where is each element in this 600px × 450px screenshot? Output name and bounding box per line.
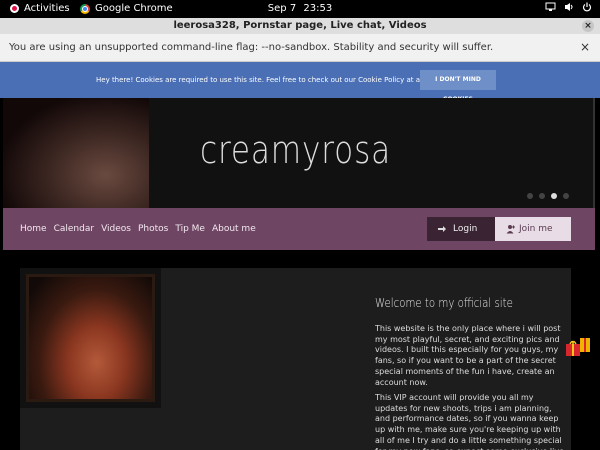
accept-cookies-button[interactable]: I DON'T MIND COOKIES <box>420 70 496 103</box>
system-top-bar: Activities Google Chrome Sep 7 23:53 <box>0 0 600 18</box>
slider-dot[interactable] <box>539 193 545 199</box>
site-logo-title[interactable]: creamyrosa <box>200 128 391 172</box>
user-plus-icon <box>506 225 515 234</box>
hero-photo <box>3 98 149 208</box>
clock[interactable]: Sep 7 23:53 <box>0 3 600 14</box>
clock-date: Sep 7 <box>267 3 297 14</box>
slider-dot[interactable] <box>527 193 533 199</box>
sandbox-warning-infobar: You are using an unsupported command-lin… <box>0 34 600 62</box>
clock-time: 23:53 <box>303 3 333 14</box>
cookie-banner: Hey there! Cookies are required to use t… <box>0 62 600 103</box>
intro-paragraph: This website is the only place where i w… <box>375 324 561 387</box>
window-close-button[interactable]: × <box>582 20 594 32</box>
cookie-message: Hey there! Cookies are required to use t… <box>96 76 449 84</box>
window-titlebar[interactable]: leerosa328, Pornstar page, Live chat, Vi… <box>0 18 600 34</box>
main-content: Welcome to my official site This website… <box>20 268 571 450</box>
login-button[interactable]: Login <box>427 217 495 241</box>
slider-dots <box>527 193 569 199</box>
gift-icon[interactable] <box>562 332 592 362</box>
join-button[interactable]: Join me <box>495 217 571 241</box>
login-arrow-icon <box>438 226 446 232</box>
nav-about-me[interactable]: About me <box>212 224 256 234</box>
nav-photos[interactable]: Photos <box>138 224 168 234</box>
slider-dot-active[interactable] <box>551 193 557 199</box>
power-icon <box>582 2 592 12</box>
vip-paragraph: This VIP account will provide you all my… <box>375 393 564 450</box>
slider-dot[interactable] <box>563 193 569 199</box>
main-nav: Home Calendar Videos Photos Tip Me About… <box>3 208 595 250</box>
nav-calendar[interactable]: Calendar <box>54 224 94 234</box>
infobar-close-button[interactable]: × <box>580 34 590 61</box>
network-icon <box>545 2 556 11</box>
page-viewport: Hey there! Cookies are required to use t… <box>0 62 600 450</box>
profile-photo <box>26 274 155 402</box>
volume-icon <box>565 3 573 11</box>
system-tray[interactable] <box>545 2 592 12</box>
nav-videos[interactable]: Videos <box>101 224 131 234</box>
join-label: Join me <box>519 224 553 234</box>
infobar-message: You are using an unsupported command-lin… <box>9 42 494 53</box>
nav-links: Home Calendar Videos Photos Tip Me About… <box>20 224 256 234</box>
profile-photo-frame <box>20 268 161 408</box>
window-title: leerosa328, Pornstar page, Live chat, Vi… <box>173 20 427 31</box>
nav-home[interactable]: Home <box>20 224 47 234</box>
hero-banner: creamyrosa <box>3 98 595 208</box>
nav-tip-me[interactable]: Tip Me <box>175 224 205 234</box>
login-label: Login <box>453 224 478 234</box>
welcome-heading: Welcome to my official site <box>375 296 513 310</box>
